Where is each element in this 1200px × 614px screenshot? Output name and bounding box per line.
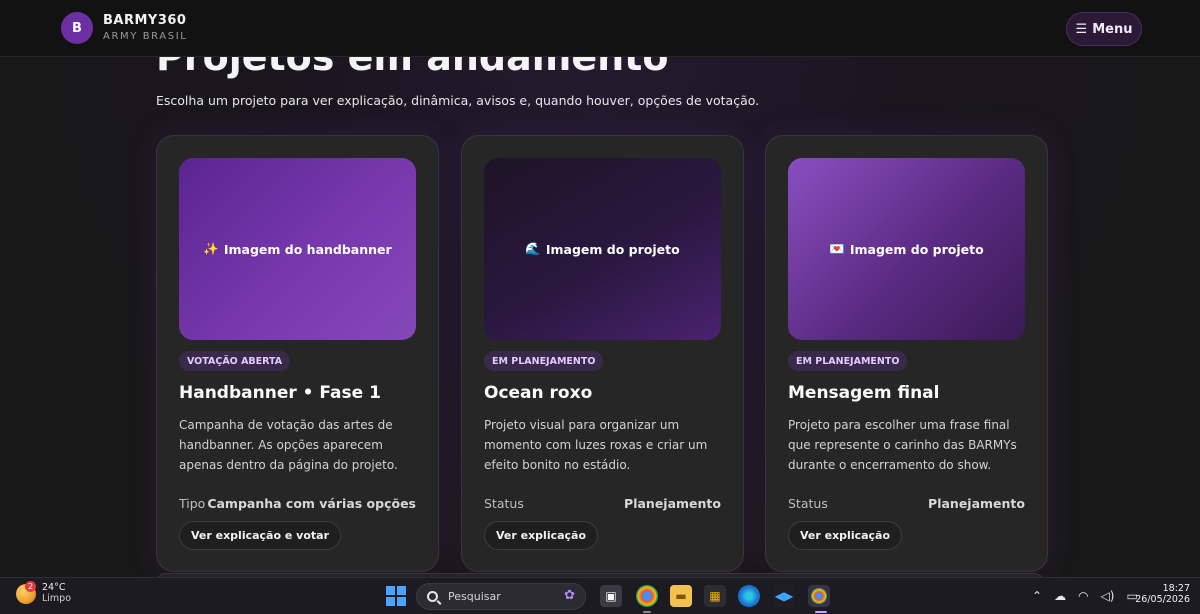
clock[interactable]: 18:27 26/05/2026 [1135,583,1190,606]
project-image-label: Imagem do projeto [849,241,984,257]
task-view-icon[interactable]: ▣ [600,585,622,607]
status-badge: VOTAÇÃO ABERTA [179,351,291,371]
active-app-indicator [643,611,651,613]
project-image-label: Imagem do projeto [545,241,680,257]
weather-condition: Limpo [42,592,72,604]
weather-moon-icon: 2 [16,580,36,604]
status-badge: EM PLANEJAMENTO [788,351,908,371]
menu-button-label: Menu [1092,21,1133,37]
volume-icon[interactable]: ◁) [1101,589,1115,603]
file-explorer-icon[interactable]: ▬ [670,585,692,607]
clock-time: 18:27 [1162,583,1190,594]
taskbar-search[interactable]: Pesquisar ✿ [416,583,586,610]
chrome-icon[interactable] [636,585,658,607]
meta-value: Campanha com várias opções [207,496,416,511]
wave-icon: 🌊 [525,241,541,256]
main-content: Projetos em andamento Escolha um projeto… [0,57,1200,577]
wifi-icon[interactable]: ◠ [1078,589,1088,603]
brand-text: BARMY360 ARMY BRASIL [103,14,187,42]
meta-label: Tipo [179,496,206,511]
microsoft-store-icon[interactable]: ▦ [704,585,726,607]
edge-icon[interactable] [738,585,760,607]
hamburger-icon: ☰ [1075,21,1088,37]
chevron-up-icon[interactable]: ⌃ [1032,589,1042,603]
project-description: Campanha de votação das artes de handban… [179,418,398,472]
explain-button[interactable]: Ver explicação [484,521,599,550]
taskbar: 2 24°C Limpo Pesquisar ✿ ▣ ▬ ▦ ◀▶ ⌃ ☁ ◠ … [0,577,1200,614]
status-badge: EM PLANEJAMENTO [484,351,604,371]
sparkles-icon: ✨ [203,241,219,256]
brand-logo: B [61,12,93,44]
weather-notification-badge: 2 [25,580,36,592]
weather-widget[interactable]: 2 24°C Limpo [16,580,72,605]
project-image-placeholder: 💌 Imagem do projeto [788,158,1025,340]
project-card-mensagem-final: 💌 Imagem do projeto EM PLANEJAMENTO Mens… [765,135,1048,572]
brand[interactable]: B BARMY360 ARMY BRASIL [61,12,187,44]
project-card-handbanner: ✨ Imagem do handbanner VOTAÇÃO ABERTA Ha… [156,135,439,572]
menu-button[interactable]: ☰ Menu [1066,12,1142,46]
cloud-icon[interactable]: ☁ [1054,589,1066,603]
vscode-icon[interactable]: ◀▶ [773,585,795,607]
top-nav-bar: B BARMY360 ARMY BRASIL ☰ Menu [0,0,1200,57]
meta-value: Planejamento [928,496,1025,511]
explain-and-vote-button[interactable]: Ver explicação e votar [179,521,341,550]
weather-text: 24°C Limpo [42,582,72,605]
clock-date: 26/05/2026 [1135,594,1190,606]
page-subtitle: Escolha um projeto para ver explicação, … [156,93,760,108]
page-title: Projetos em andamento [156,57,669,79]
project-image-label: Imagem do handbanner [223,241,392,257]
meta-value: Planejamento [624,496,721,511]
meta-label: Status [484,496,524,511]
project-image-placeholder: 🌊 Imagem do projeto [484,158,721,340]
project-image-placeholder: ✨ Imagem do handbanner [179,158,416,340]
project-title: Mensagem final [788,383,940,403]
brand-name: BARMY360 [103,13,187,28]
system-tray: ⌃ ☁ ◠ ◁) ▭ [1032,589,1138,603]
project-description: Projeto para escolher uma frase final qu… [788,418,1017,472]
chrome-profile-icon[interactable] [808,585,830,607]
search-icon [427,591,438,602]
project-title: Handbanner • Fase 1 [179,383,381,403]
active-app-indicator [815,611,827,613]
explain-button[interactable]: Ver explicação [788,521,903,550]
meta-label: Status [788,496,828,511]
project-description: Projeto visual para organizar um momento… [484,418,708,472]
brand-subtitle: ARMY BRASIL [103,31,188,42]
search-highlight-icon: ✿ [564,588,575,603]
project-title: Ocean roxo [484,383,593,403]
windows-start-icon[interactable] [385,585,407,607]
project-card-ocean-roxo: 🌊 Imagem do projeto EM PLANEJAMENTO Ocea… [461,135,744,572]
search-placeholder: Pesquisar [448,590,501,603]
love-letter-icon: 💌 [829,241,845,256]
